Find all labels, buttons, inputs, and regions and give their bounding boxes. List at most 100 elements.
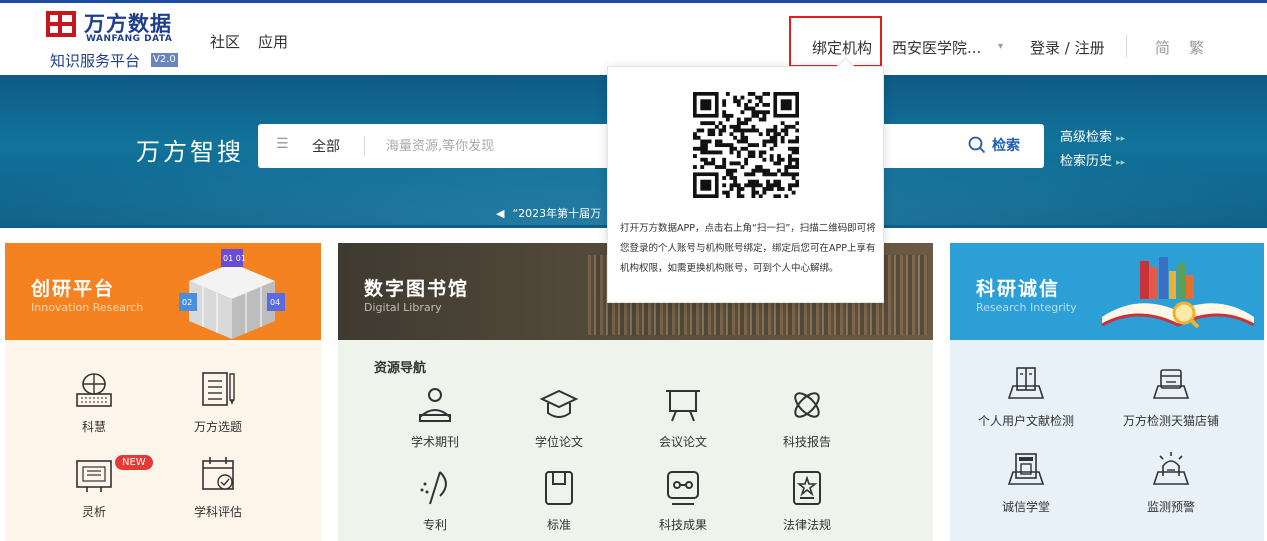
cube-label: 04 <box>270 298 280 307</box>
presentation-board-icon <box>666 390 700 422</box>
advanced-search-label: 高级检索 <box>1060 130 1113 145</box>
tile-label: 灵析 <box>81 505 106 519</box>
tile-label: 万方选题 <box>193 420 242 434</box>
cube-label: 01 01 <box>223 254 246 263</box>
research-integrity-card: 科研诚信 Research Integrity 个人用户文献检测 万方检测天猫店… <box>950 243 1264 541</box>
tile-standards[interactable]: 标准 <box>514 468 604 533</box>
reader-icon <box>419 388 451 422</box>
new-badge: NEW <box>115 455 153 470</box>
cube-icon: 01 01 02 04 <box>179 249 285 339</box>
card-subtitle: Innovation Research <box>31 301 144 314</box>
tile-monitoring-alert[interactable]: 监测预警 <box>1116 450 1226 515</box>
innovation-banner[interactable]: 创研平台 Innovation Research 01 01 02 04 <box>5 243 321 340</box>
graduation-cap-icon <box>539 389 579 418</box>
tile-label: 会议论文 <box>658 435 707 449</box>
card-title: 数字图书馆 <box>364 278 470 300</box>
speaker-icon: ◀ <box>496 207 505 220</box>
tile-laws-regulations[interactable]: 法律法规 <box>762 468 852 533</box>
search-history-link[interactable]: 检索历史 ▸▸ <box>1060 150 1125 169</box>
tile-dissertations[interactable]: 学位论文 <box>514 385 604 450</box>
login-register-link[interactable]: 登录 / 注册 <box>1030 37 1105 58</box>
tile-discipline-evaluation[interactable]: 学科评估 <box>173 455 263 520</box>
card-title: 创研平台 <box>31 278 116 300</box>
document-pen-icon <box>202 372 235 406</box>
tile-integrity-school[interactable]: 诚信学堂 <box>976 450 1076 515</box>
card-subtitle: Research Integrity <box>976 301 1077 314</box>
search-title: 万方智搜 <box>136 138 244 166</box>
atom-icon <box>794 392 820 418</box>
logo-english: WANFANG DATA <box>86 34 173 44</box>
library-body: 资源导航 学术期刊 学位论文 会议论文 科技报告 专利 标准 科技成果 法律法规 <box>338 340 933 541</box>
innovation-research-card: 创研平台 Innovation Research 01 01 02 04 科慧 … <box>5 243 321 541</box>
tile-label: 科慧 <box>81 420 106 434</box>
divider <box>1126 34 1127 58</box>
tile-label: 科技成果 <box>658 518 707 532</box>
search-button[interactable]: 检索 <box>968 135 1020 155</box>
tile-achievements[interactable]: 科技成果 <box>638 468 728 533</box>
tile-tmall-store[interactable]: 万方检测天猫店铺 <box>1116 364 1226 429</box>
highlight-box <box>789 16 882 67</box>
tile-topic-selection[interactable]: 万方选题 <box>173 370 263 435</box>
book-magnifier-icon <box>1101 257 1255 329</box>
tile-label: 监测预警 <box>1146 500 1195 514</box>
double-chevron-right-icon: ▸▸ <box>1116 158 1126 168</box>
law-book-icon <box>793 471 821 505</box>
tile-kehui[interactable]: 科慧 <box>49 370 139 435</box>
news-ticker-text: “2023年第十届万 <box>512 207 602 220</box>
tile-label: 个人用户文献检测 <box>977 414 1074 428</box>
tile-label: 学位论文 <box>534 435 583 449</box>
logo-mark-icon <box>46 11 76 37</box>
chevron-down-icon[interactable]: ▾ <box>998 41 1003 52</box>
tile-conference-papers[interactable]: 会议论文 <box>638 385 728 450</box>
tile-label: 诚信学堂 <box>1001 500 1050 514</box>
innovation-body: 科慧 万方选题 灵析 学科评估 <box>5 340 321 541</box>
tile-label: 标准 <box>546 518 571 532</box>
standard-doc-icon <box>545 471 573 505</box>
tile-personal-plagiarism-check[interactable]: 个人用户文献检测 <box>976 364 1076 429</box>
resource-nav-title: 资源导航 <box>374 361 427 376</box>
traditional-chinese-toggle[interactable]: 繁 <box>1189 37 1204 58</box>
integrity-banner[interactable]: 科研诚信 Research Integrity <box>950 243 1264 340</box>
advanced-search-link[interactable]: 高级检索 ▸▸ <box>1060 126 1125 145</box>
bind-institution-popup: 打开万方数据APP，点击右上角“扫一扫”，扫描二维码即可将您登录的个人账号与机构… <box>607 66 884 303</box>
logo-subtitle: 知识服务平台 <box>50 52 141 70</box>
header: 万方数据 WANFANG DATA 知识服务平台 V2.0 社区 应用 绑定机构… <box>0 3 1267 75</box>
search-scope-select[interactable]: 全部 <box>312 136 340 156</box>
search-icon <box>968 136 986 154</box>
alarm-icon <box>1152 452 1190 485</box>
search-history-label: 检索历史 <box>1060 154 1113 169</box>
logo[interactable]: 万方数据 WANFANG DATA 知识服务平台 V2.0 <box>46 11 196 73</box>
cube-label: 02 <box>182 298 192 307</box>
school-board-icon <box>1007 453 1045 485</box>
achievement-screen-icon <box>667 471 699 505</box>
news-ticker[interactable]: ◀ “2023年第十届万 <box>496 205 601 221</box>
tile-label: 专利 <box>422 518 447 532</box>
tile-label: 万方检测天猫店铺 <box>1122 414 1219 428</box>
version-badge: V2.0 <box>151 53 178 67</box>
integrity-body: 个人用户文献检测 万方检测天猫店铺 诚信学堂 监测预警 <box>950 340 1264 541</box>
simplified-chinese-toggle[interactable]: 简 <box>1155 37 1170 58</box>
divider <box>364 136 365 156</box>
search-input[interactable] <box>386 136 606 156</box>
tile-label: 学科评估 <box>193 505 242 519</box>
qr-code-icon <box>693 92 799 198</box>
institution-name[interactable]: 西安医学院... <box>892 37 981 58</box>
double-chevron-right-icon: ▸▸ <box>1116 134 1126 144</box>
tile-label: 学术期刊 <box>410 435 459 449</box>
analysis-screen-icon <box>76 460 112 492</box>
nav-community[interactable]: 社区 <box>210 31 240 52</box>
nav-apps[interactable]: 应用 <box>258 31 288 52</box>
popup-instructions: 打开万方数据APP，点击右上角“扫一扫”，扫描二维码即可将您登录的个人账号与机构… <box>620 223 876 274</box>
search-button-label: 检索 <box>992 138 1020 154</box>
tile-journals[interactable]: 学术期刊 <box>390 385 480 450</box>
tile-patents[interactable]: 专利 <box>390 468 480 533</box>
card-title: 科研诚信 <box>976 278 1061 300</box>
store-icon <box>1152 369 1190 399</box>
compass-icon <box>420 471 447 505</box>
calendar-check-icon <box>202 457 234 490</box>
menu-icon[interactable]: ☰ <box>276 136 289 152</box>
card-subtitle: Digital Library <box>364 301 442 314</box>
open-book-icon <box>1007 367 1045 399</box>
tile-tech-reports[interactable]: 科技报告 <box>762 385 852 450</box>
tile-label: 科技报告 <box>782 435 831 449</box>
